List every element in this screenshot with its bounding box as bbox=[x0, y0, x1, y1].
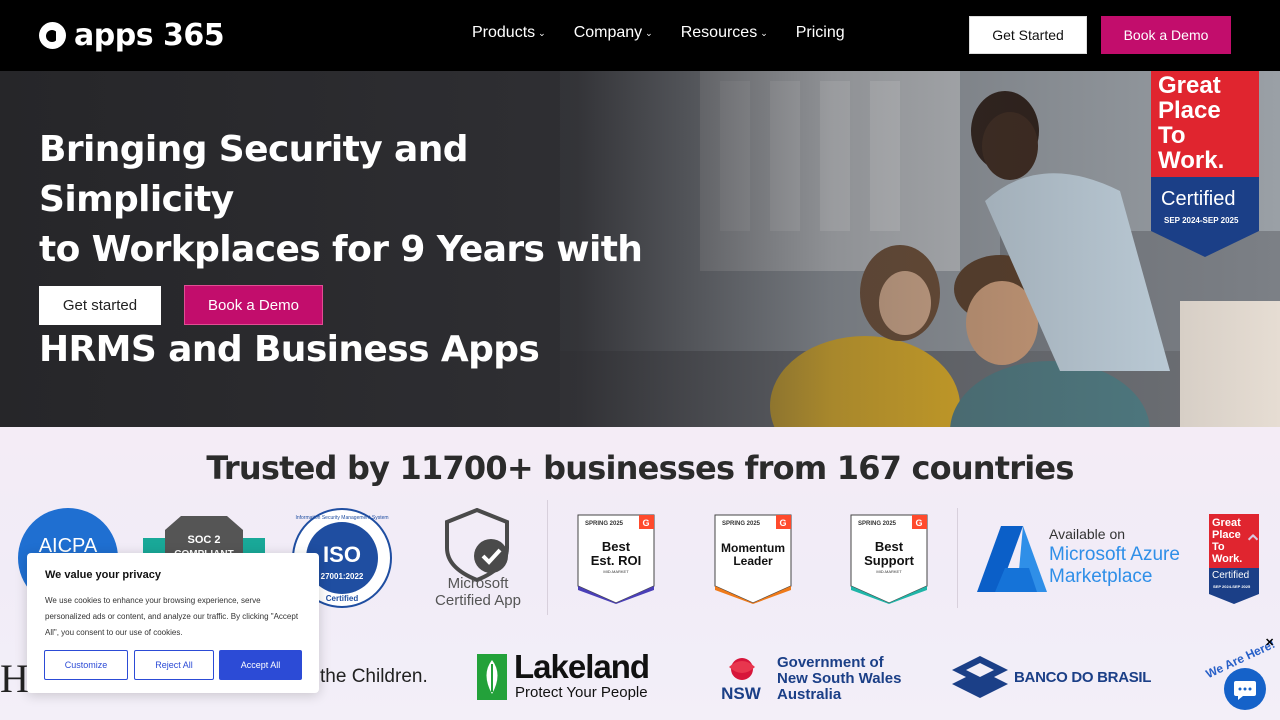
menu-resources[interactable]: Resources ⌄ bbox=[681, 24, 768, 42]
iso-ring-text: Information Security Management System bbox=[295, 515, 388, 521]
save-the-children-logo: the Children. bbox=[320, 666, 428, 687]
cookie-description: We use cookies to enhance your browsing … bbox=[45, 596, 299, 637]
hero-get-started-button[interactable]: Get started bbox=[39, 286, 161, 325]
azure-line2: Microsoft Azure bbox=[1049, 544, 1180, 565]
nsw-line3: Australia bbox=[777, 686, 842, 703]
iso-text: ISO bbox=[323, 542, 361, 567]
azure-logo-icon bbox=[977, 526, 1047, 592]
menu-company-label: Company bbox=[573, 24, 643, 41]
menu-pricing-label: Pricing bbox=[795, 24, 845, 41]
badge-divider bbox=[547, 500, 548, 615]
logo-text: apps 365 bbox=[74, 17, 225, 53]
svg-text:Momentum: Momentum bbox=[721, 541, 785, 555]
menu-products-label: Products bbox=[472, 24, 536, 41]
gptw-period: SEP 2024-SEP 2025 bbox=[1164, 216, 1239, 225]
trusted-title: Trusted by 11700+ businesses from 167 co… bbox=[206, 449, 1074, 487]
lakeland-tagline: Protect Your People bbox=[515, 684, 648, 701]
partial-logo-h: H bbox=[0, 656, 29, 701]
svg-text:G: G bbox=[915, 518, 922, 528]
g2-sub: MID-MARKET bbox=[876, 569, 902, 574]
nav-book-demo-button[interactable]: Book a Demo bbox=[1101, 16, 1231, 54]
gptw-certified: Certified bbox=[1161, 188, 1235, 210]
cookie-title: We value your privacy bbox=[45, 569, 161, 581]
lakeland-logo: Lakeland bbox=[514, 648, 650, 685]
apps365-logo[interactable]: apps 365 bbox=[39, 17, 225, 53]
svg-text:Support: Support bbox=[864, 553, 914, 568]
soc2-badge: SOC 2 COMPLIANT bbox=[143, 516, 265, 558]
top-navbar: apps 365 Products ⌄ Company ⌄ Resources … bbox=[0, 0, 1280, 71]
menu-products[interactable]: Products ⌄ bbox=[472, 24, 546, 42]
nsw-waratah-icon: NSW bbox=[721, 658, 762, 701]
g2-best-support-badge: G SPRING 2025 Best Support MID-MARKET bbox=[850, 514, 928, 604]
chevron-down-icon: ⌄ bbox=[645, 27, 653, 38]
iso-certified-text: Certified bbox=[326, 594, 359, 603]
g2-momentum-leader-badge: G SPRING 2025 Momentum Leader bbox=[714, 514, 792, 604]
hero-title: Bringing Security and Simplicity to Work… bbox=[39, 125, 659, 375]
microsoft-line2: Certified App bbox=[435, 592, 521, 609]
azure-marketplace-text: Available on Microsoft Azure Marketplace bbox=[1049, 526, 1209, 588]
gptw-small-line4: Work. bbox=[1212, 553, 1242, 565]
soc2-text: SOC 2 bbox=[187, 534, 220, 546]
svg-text:Leader: Leader bbox=[733, 554, 773, 568]
chevron-down-icon: ⌄ bbox=[760, 27, 768, 38]
menu-company[interactable]: Company ⌄ bbox=[574, 24, 653, 42]
cookie-reject-all-button[interactable]: Reject All bbox=[134, 650, 214, 680]
close-icon[interactable]: ✕ bbox=[1265, 636, 1274, 649]
svg-text:Best: Best bbox=[875, 539, 904, 554]
scroll-up-icon[interactable]: ⌃ bbox=[1243, 530, 1267, 560]
hero-book-demo-button[interactable]: Book a Demo bbox=[184, 285, 323, 325]
gptw-small-line3: To bbox=[1212, 541, 1225, 553]
apps365-logo-mark-icon bbox=[39, 21, 66, 49]
menu-pricing[interactable]: Pricing bbox=[796, 24, 845, 42]
gptw-line3: To bbox=[1158, 122, 1186, 149]
g2-season: SPRING 2025 bbox=[585, 521, 624, 527]
gptw-line2: Place bbox=[1158, 97, 1221, 124]
azure-line3: Marketplace bbox=[1049, 566, 1153, 587]
nsw-government-text: Government of New South Wales Australia bbox=[777, 655, 901, 703]
hero-title-line-1: Bringing Security and Simplicity bbox=[39, 129, 469, 220]
svg-text:G: G bbox=[642, 518, 649, 528]
gptw-small-certified: Certified bbox=[1212, 570, 1249, 581]
lakeland-leaf-icon bbox=[477, 654, 507, 700]
great-place-to-work-badge: Great Place To Work. Certified SEP 2024-… bbox=[1151, 71, 1259, 257]
menu-resources-label: Resources bbox=[680, 24, 758, 41]
g2-sub: MID-MARKET bbox=[603, 569, 629, 574]
hero-section: Bringing Security and Simplicity to Work… bbox=[0, 71, 1280, 427]
nsw-text: NSW bbox=[721, 684, 762, 701]
banco-do-brasil-logo: BANCO DO BRASIL bbox=[1014, 669, 1152, 686]
cookie-consent-banner: We value your privacy We use cookies to … bbox=[27, 553, 319, 693]
gptw-line1: Great bbox=[1158, 72, 1221, 99]
g2-best-roi-badge: G SPRING 2025 Best Est. ROI MID-MARKET bbox=[577, 514, 655, 604]
g2-season: SPRING 2025 bbox=[858, 521, 897, 527]
cookie-customize-button[interactable]: Customize bbox=[44, 650, 128, 680]
badge-divider bbox=[957, 508, 958, 608]
gptw-small-period: SEP 2024-SEP 2025 bbox=[1213, 584, 1251, 589]
hero-title-line-3: HRMS and Business Apps bbox=[39, 329, 540, 370]
svg-text:Best: Best bbox=[602, 539, 631, 554]
chat-icon bbox=[1234, 681, 1256, 700]
gptw-line4: Work. bbox=[1158, 147, 1224, 174]
main-menu: Products ⌄ Company ⌄ Resources ⌄ Pricing bbox=[472, 24, 873, 42]
microsoft-line1: Microsoft bbox=[448, 575, 510, 592]
svg-text:G: G bbox=[779, 518, 786, 528]
banco-do-brasil-icon bbox=[952, 656, 1008, 698]
chevron-down-icon: ⌄ bbox=[538, 27, 546, 38]
nsw-line2: New South Wales bbox=[777, 670, 902, 687]
gptw-small-line1: Great bbox=[1212, 517, 1241, 529]
svg-text:Est. ROI: Est. ROI bbox=[591, 553, 642, 568]
chat-bubble-icon[interactable] bbox=[1224, 668, 1266, 710]
nsw-line1: Government of bbox=[777, 654, 884, 671]
gptw-small-line2: Place bbox=[1212, 529, 1241, 541]
nav-get-started-button[interactable]: Get Started bbox=[969, 16, 1087, 54]
iso-number-text: 27001:2022 bbox=[321, 572, 364, 581]
azure-line1: Available on bbox=[1049, 526, 1126, 542]
microsoft-certified-badge: Microsoft Certified App bbox=[435, 508, 521, 609]
g2-season: SPRING 2025 bbox=[722, 521, 761, 527]
cookie-accept-all-button[interactable]: Accept All bbox=[219, 650, 302, 680]
